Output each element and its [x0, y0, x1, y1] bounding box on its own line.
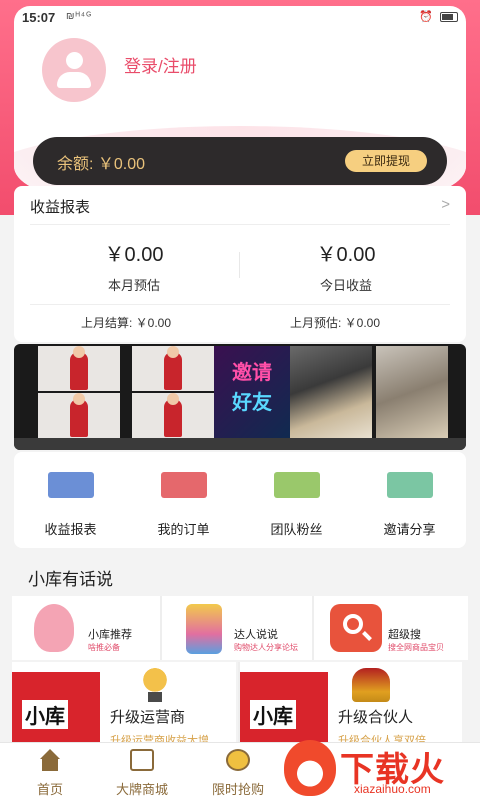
clock-icon [226, 749, 250, 771]
tile-title: 小库推荐 [88, 629, 132, 641]
divider [239, 252, 240, 278]
avatar-head [66, 52, 83, 69]
report-icon [48, 472, 94, 498]
tile-title: 超级搜 [388, 629, 421, 641]
menu-item-orders[interactable]: 我的订单 [127, 452, 240, 548]
promo-poster: 小库 [240, 672, 328, 746]
today-income-label: 今日收益 [319, 278, 372, 293]
shopper-icon [186, 604, 222, 654]
section-title: 小库有话说 [28, 570, 113, 589]
watermark-url: xiazaihuo.com [354, 782, 431, 796]
status-time: 15:07 [22, 10, 56, 25]
signal-icon: ₪ᴴ⁴ᴳ [66, 11, 93, 22]
tile-subtitle: 搜全网商品宝贝 [388, 643, 444, 652]
menu-item-label: 收益报表 [44, 522, 97, 537]
promo-brand: 小库 [22, 700, 68, 729]
banner-photo [376, 346, 448, 438]
today-income: ￥0.00 今日收益 [246, 238, 446, 294]
tile-talent[interactable]: 达人说说 购物达人分享论坛 [164, 596, 314, 660]
quick-menu: 收益报表 我的订单 团队粉丝 邀请分享 [14, 452, 466, 548]
promo-operator[interactable]: 小库 升级运营商 升级运营商收益大增 [12, 662, 236, 746]
avatar-body [57, 72, 91, 88]
banner-line1: 邀请 [232, 362, 272, 384]
balance-label: 余额: ￥0.00 [57, 156, 146, 173]
status-bar: 15:07 ₪ᴴ⁴ᴳ ⏰ [22, 10, 462, 28]
banner-neon-text: 邀请 好友 [214, 346, 290, 438]
banner-photo [38, 346, 120, 391]
nav-home[interactable]: 首页 [0, 743, 100, 800]
invite-banner[interactable]: 邀请 好友 [14, 344, 466, 450]
last-month-settled: 上月结算: ￥0.00 [81, 316, 172, 330]
today-income-amount: ￥0.00 [316, 244, 376, 266]
divider [30, 224, 450, 225]
menu-item-label: 邀请分享 [383, 522, 436, 537]
battery-icon [440, 12, 458, 23]
tile-super-search[interactable]: 超级搜 搜全网商品宝贝 [316, 596, 466, 660]
banner-photo [290, 346, 372, 438]
last-month-estimate: 上月预估: ￥0.00 [290, 316, 381, 330]
crown-icon [352, 668, 390, 702]
nav-label: 大牌商城 [115, 782, 168, 797]
month-estimate-label: 本月预估 [107, 278, 160, 293]
banner-floor [14, 438, 466, 450]
home-icon [38, 749, 62, 771]
mascot-icon [34, 604, 74, 652]
trophy-icon [136, 668, 174, 702]
banner-line2: 好友 [232, 392, 272, 414]
tile-subtitle: 啥推必备 [88, 643, 120, 652]
divider [30, 304, 450, 305]
menu-item-label: 团队粉丝 [270, 522, 323, 537]
menu-item-report[interactable]: 收益报表 [14, 452, 127, 548]
earnings-title: 收益报表 [30, 199, 91, 216]
tile-title: 达人说说 [234, 629, 278, 641]
tile-subtitle: 购物达人分享论坛 [234, 643, 298, 652]
withdraw-button[interactable]: 立即提现 [345, 150, 427, 172]
menu-item-label: 我的订单 [157, 522, 210, 537]
banner-photo [132, 393, 214, 438]
nav-flash-sale[interactable]: 限时抢购 [188, 743, 288, 800]
nav-label: 限时抢购 [211, 782, 264, 797]
promo-partner[interactable]: 小库 升级合伙人 升级合伙人享双倍 [238, 662, 462, 746]
order-icon [161, 472, 207, 498]
banner-photo [132, 346, 214, 391]
alarm-icon: ⏰ [419, 11, 433, 23]
promo-title: 升级合伙人 [338, 709, 414, 726]
mall-icon [130, 749, 154, 771]
nav-mall[interactable]: 大牌商城 [92, 743, 192, 800]
earnings-card[interactable]: 收益报表 > ￥0.00 本月预估 ￥0.00 今日收益 上月结算: ￥0.00… [14, 186, 466, 342]
promo-title: 升级运营商 [110, 709, 186, 726]
month-estimate-amount: ￥0.00 [104, 244, 164, 266]
watermark: 下载火 xiazaihuo.com [278, 738, 478, 800]
flame-logo-icon [284, 740, 336, 796]
search-icon [330, 604, 382, 652]
status-right: ⏰ [419, 10, 458, 23]
login-register-link[interactable]: 登录/注册 [124, 52, 197, 77]
banner-photo [38, 393, 120, 438]
team-icon [274, 472, 320, 498]
promo-brand: 小库 [250, 700, 296, 729]
promo-poster: 小库 [12, 672, 100, 746]
feature-tiles: 小库推荐 啥推必备 达人说说 购物达人分享论坛 超级搜 搜全网商品宝贝 [12, 596, 468, 660]
menu-item-team[interactable]: 团队粉丝 [240, 452, 353, 548]
nav-label: 首页 [36, 782, 63, 797]
avatar[interactable] [42, 38, 106, 102]
share-icon [387, 472, 433, 498]
chevron-right-icon[interactable]: > [441, 196, 450, 213]
month-estimate: ￥0.00 本月预估 [34, 238, 234, 294]
menu-item-share[interactable]: 邀请分享 [353, 452, 466, 548]
tile-recommend[interactable]: 小库推荐 啥推必备 [12, 596, 162, 660]
balance-bar: 余额: ￥0.00 立即提现 [33, 137, 447, 185]
